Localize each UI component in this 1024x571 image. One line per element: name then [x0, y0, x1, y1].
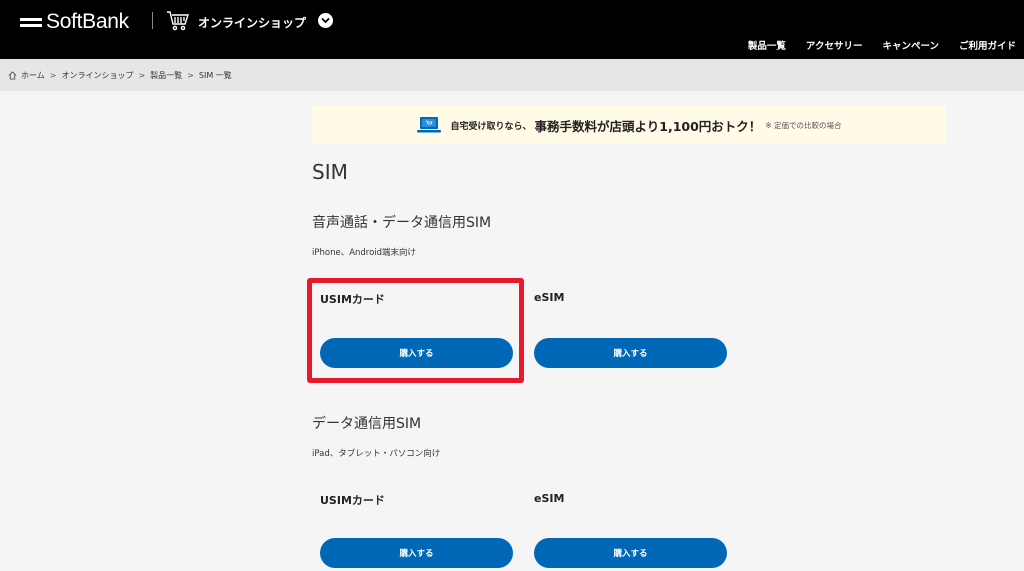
breadcrumb-home[interactable]: ホーム [21, 70, 45, 81]
section-voice-data-title: 音声通話・データ通信用SIM [312, 215, 492, 231]
header-divider [152, 12, 153, 29]
highlight-box [307, 278, 524, 383]
card-usim-data-title: USIMカード [320, 494, 385, 507]
softbank-logo[interactable]: SoftBank [20, 10, 129, 34]
page-title: SIM [312, 160, 348, 184]
home-icon [8, 70, 17, 80]
nav-guide[interactable]: ご利用ガイド [959, 38, 1016, 52]
section-data-only-description: iPad、タブレット・パソコン向け [312, 449, 441, 459]
top-nav: 製品一覧 アクセサリー キャンペーン ご利用ガイド [748, 38, 1016, 52]
banner-lead-text: 自宅受け取りなら、 [450, 121, 532, 132]
logo-bars-icon [20, 17, 42, 27]
breadcrumb-separator: > [187, 70, 194, 80]
breadcrumb-products[interactable]: 製品一覧 [150, 70, 182, 81]
laptop-cart-icon [416, 117, 441, 133]
promo-banner[interactable]: 自宅受け取りなら、 事務手数料が店頭より1,100円おトク！ ※ 定価での比較の… [312, 106, 946, 144]
section-voice-data-description: iPhone、Android端末向け [312, 248, 417, 258]
breadcrumb-separator: > [138, 70, 146, 80]
breadcrumb-current: SIM 一覧 [198, 70, 232, 80]
site-header: SoftBank オンラインショップ 製品一覧 アクセサリー キャンペーン ご利… [0, 0, 1024, 59]
buy-esim-data-button[interactable]: 購入する [534, 538, 727, 568]
logo-text: SoftBank [46, 10, 129, 33]
nav-accessories[interactable]: アクセサリー [806, 38, 863, 52]
breadcrumb-online-shop[interactable]: オンラインショップ [61, 70, 133, 81]
breadcrumb: ホーム > オンラインショップ > 製品一覧 > SIM 一覧 [0, 59, 1024, 91]
shop-menu-toggle[interactable] [318, 13, 333, 28]
buy-usim-data-button[interactable]: 購入する [320, 538, 513, 568]
banner-main-text: 事務手数料が店頭より1,100円おトク！ [534, 118, 762, 134]
banner-note: ※ 定価での比較の場合 [765, 120, 842, 130]
buy-esim-voice-button[interactable]: 購入する [534, 338, 727, 368]
cart-icon[interactable] [166, 9, 190, 33]
breadcrumb-separator: > [49, 70, 57, 80]
card-esim-title: eSIM [534, 291, 565, 304]
nav-campaign[interactable]: キャンペーン [882, 38, 939, 52]
shop-title[interactable]: オンラインショップ [198, 14, 306, 31]
section-data-only-title: データ通信用SIM [312, 416, 422, 432]
nav-products[interactable]: 製品一覧 [748, 38, 786, 52]
card-esim-data-title: eSIM [534, 492, 565, 505]
chevron-down-icon [321, 17, 330, 24]
